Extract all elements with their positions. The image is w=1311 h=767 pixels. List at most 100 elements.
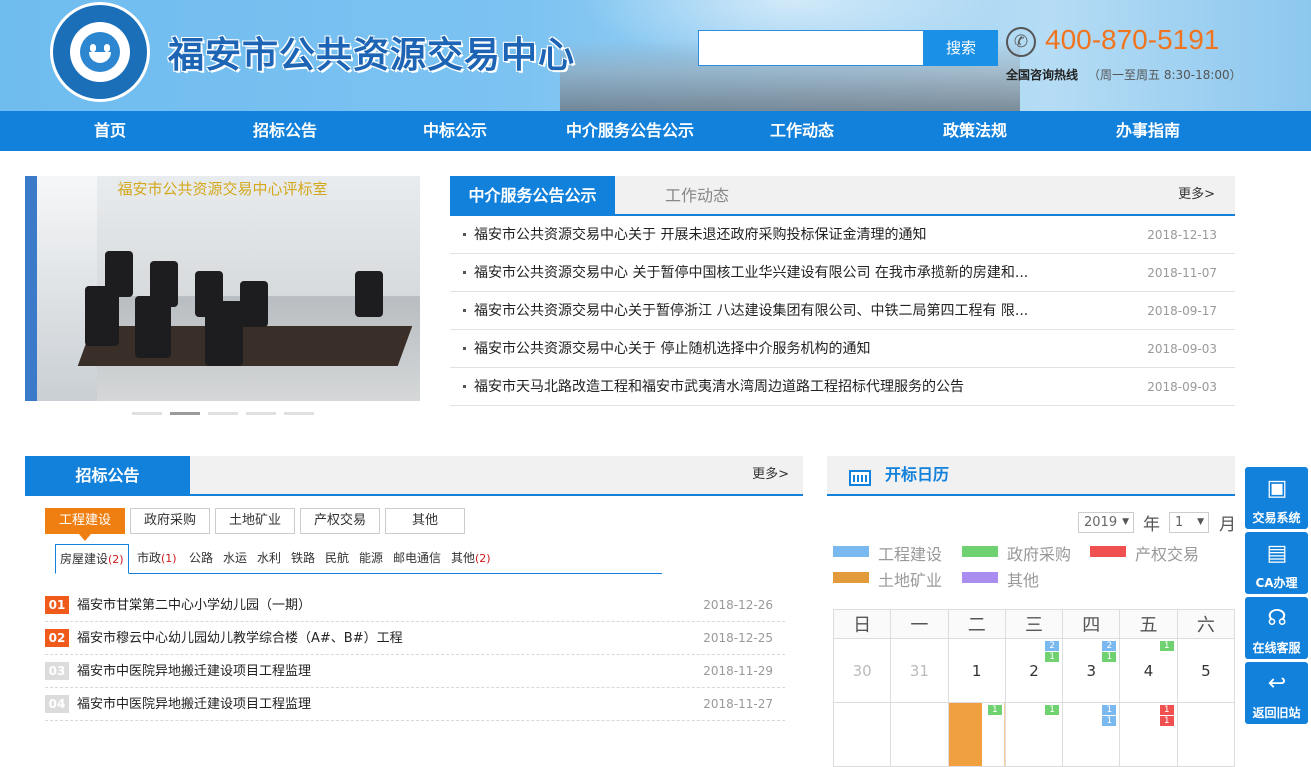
category-other[interactable]: 其他 <box>385 508 465 534</box>
bid-row[interactable]: 04 福安市中医院异地搬迁建设项目工程监理 2018-11-27 <box>45 688 785 721</box>
category-gov-procurement[interactable]: 政府采购 <box>130 508 210 534</box>
event-badge[interactable]: 2 <box>1102 641 1117 651</box>
year-select[interactable]: 2019 ▼ <box>1078 512 1134 533</box>
subtab-energy[interactable]: 能源 <box>359 544 383 574</box>
notice-more-link[interactable]: 更多> <box>1178 176 1215 214</box>
nav-work-news[interactable]: 工作动态 <box>752 111 852 151</box>
side-trading-system[interactable]: ▣ 交易系统 <box>1245 467 1308 529</box>
slider-dot-active[interactable] <box>170 412 200 415</box>
event-badge[interactable]: 1 <box>1159 716 1174 726</box>
category-property-rights[interactable]: 产权交易 <box>300 508 380 534</box>
bid-more-link[interactable]: 更多> <box>752 456 789 494</box>
side-old-site[interactable]: ↩ 返回旧站 <box>1245 662 1308 724</box>
side-ca[interactable]: ▤ CA办理 <box>1245 532 1308 594</box>
bid-row[interactable]: 03 福安市中医院异地搬迁建设项目工程监理 2018-11-29 <box>45 655 785 688</box>
tab-agency-notice[interactable]: 中介服务公告公示 <box>450 176 615 216</box>
search-input[interactable] <box>698 30 924 66</box>
category-land-mining[interactable]: 土地矿业 <box>215 508 295 534</box>
notice-date: 2018-09-03 <box>1147 342 1217 356</box>
event-badge[interactable]: 1 <box>1102 705 1117 715</box>
bid-panel-title[interactable]: 招标公告 <box>25 456 190 496</box>
subtab-railway[interactable]: 铁路 <box>291 544 315 574</box>
nav-win-notice[interactable]: 中标公示 <box>405 111 505 151</box>
site-logo[interactable] <box>50 2 150 102</box>
logo-eye <box>90 44 96 52</box>
calendar-day[interactable]: 31 <box>890 638 949 703</box>
bid-title[interactable]: 福安市穆云中心幼儿园幼儿教学综合楼（A#、B#）工程 <box>77 622 403 655</box>
event-badge[interactable]: 1 <box>1102 652 1117 662</box>
calendar-day[interactable]: 1 1 <box>1119 702 1178 767</box>
slider-dot[interactable] <box>132 412 162 415</box>
notice-row[interactable]: 福安市公共资源交易中心 关于暂停中国核工业华兴建设有限公司 在我市承揽新的房建和… <box>450 254 1235 292</box>
bid-row[interactable]: 01 福安市甘棠第二中心小学幼儿园（一期） 2018-12-26 <box>45 589 785 622</box>
legend-swatch <box>833 572 869 583</box>
event-badge[interactable]: 1 <box>1045 705 1060 715</box>
slider-dot[interactable] <box>284 412 314 415</box>
subtab-count: (2) <box>108 553 124 566</box>
bid-row[interactable]: 02 福安市穆云中心幼儿园幼儿教学综合楼（A#、B#）工程 2018-12-25 <box>45 622 785 655</box>
calendar-day[interactable]: 1 <box>947 638 1006 703</box>
calendar-day[interactable] <box>1176 702 1236 767</box>
bid-title[interactable]: 福安市中医院异地搬迁建设项目工程监理 <box>77 688 311 721</box>
slider-dot[interactable] <box>246 412 276 415</box>
bid-title[interactable]: 福安市甘棠第二中心小学幼儿园（一期） <box>77 589 311 622</box>
chevron-down-icon: ▼ <box>1122 517 1129 527</box>
side-label: 返回旧站 <box>1252 706 1301 720</box>
slider-dot[interactable] <box>208 412 238 415</box>
bid-title[interactable]: 福安市中医院异地搬迁建设项目工程监理 <box>77 655 311 688</box>
event-badge[interactable]: 1 <box>1159 641 1174 651</box>
hotline-hours: （周一至周五 8:30-18:00） <box>1088 68 1242 82</box>
subtab-municipal[interactable]: 市政(1) <box>137 544 177 574</box>
notice-title[interactable]: 福安市公共资源交易中心关于 停止随机选择中介服务机构的通知 <box>474 341 870 357</box>
search-button[interactable]: 搜索 <box>924 30 998 66</box>
event-badge[interactable]: 2 <box>1045 641 1060 651</box>
subtab-building[interactable]: 房屋建设(2) <box>55 544 129 574</box>
notice-row[interactable]: 福安市公共资源交易中心关于暂停浙江 八达建设集团有限公司、中铁二局第四工程有 限… <box>450 292 1235 330</box>
notice-title[interactable]: 福安市公共资源交易中心 关于暂停中国核工业华兴建设有限公司 在我市承揽新的房建和… <box>474 265 1028 281</box>
notice-title[interactable]: 福安市公共资源交易中心关于暂停浙江 八达建设集团有限公司、中铁二局第四工程有 限… <box>474 303 1028 319</box>
calendar-day[interactable]: 5 <box>1176 638 1236 703</box>
subtab-water-transport[interactable]: 水运 <box>223 544 247 574</box>
nav-guide[interactable]: 办事指南 <box>1098 111 1198 151</box>
calendar-day[interactable] <box>832 702 892 767</box>
weekday-tue: 二 <box>947 609 1006 639</box>
event-badge[interactable]: 1 <box>1045 652 1060 662</box>
event-badge[interactable]: 1 <box>1102 716 1117 726</box>
event-badge[interactable]: 1 <box>987 705 1002 715</box>
nav-agency-notice[interactable]: 中介服务公告公示 <box>555 111 705 151</box>
calendar-day[interactable] <box>890 702 949 767</box>
notice-title[interactable]: 福安市天马北路改造工程和福安市武夷清水湾周边道路工程招标代理服务的公告 <box>474 379 964 395</box>
nav-bid-notice[interactable]: 招标公告 <box>235 111 335 151</box>
calendar-day[interactable]: 1 <box>1004 702 1064 767</box>
category-engineering[interactable]: 工程建设 <box>45 508 125 534</box>
site-title[interactable]: 福安市公共资源交易中心 <box>168 26 575 78</box>
nav-home[interactable]: 首页 <box>70 111 150 151</box>
calendar-day[interactable]: 1 <box>947 702 1006 767</box>
subtab-highway[interactable]: 公路 <box>189 544 213 574</box>
calendar-day[interactable]: 30 <box>832 638 892 703</box>
notice-title[interactable]: 福安市公共资源交易中心关于 开展未退还政府采购投标保证金清理的通知 <box>474 227 926 243</box>
tab-work-news[interactable]: 工作动态 <box>665 176 729 216</box>
notice-row[interactable]: 福安市公共资源交易中心关于 开展未退还政府采购投标保证金清理的通知 2018-12… <box>450 216 1235 254</box>
notice-row[interactable]: 福安市天马北路改造工程和福安市武夷清水湾周边道路工程招标代理服务的公告 2018-… <box>450 368 1235 406</box>
subtab-aviation[interactable]: 民航 <box>325 544 349 574</box>
logo-eye <box>104 44 110 52</box>
calendar-day[interactable]: 1 1 <box>1062 702 1121 767</box>
calendar-day[interactable]: 3 2 1 <box>1062 638 1121 703</box>
hotline-label: 全国咨询热线 <box>1006 68 1079 82</box>
month-select[interactable]: 1 ▼ <box>1169 512 1209 533</box>
calendar-day[interactable]: 4 1 <box>1119 638 1178 703</box>
event-badge[interactable]: 1 <box>1159 705 1174 715</box>
side-online-service[interactable]: ☊ 在线客服 <box>1245 597 1308 659</box>
calendar-day[interactable]: 2 2 1 <box>1004 638 1064 703</box>
subtab-label: 市政 <box>137 551 162 565</box>
subtab-water-conservancy[interactable]: 水利 <box>257 544 281 574</box>
image-slider[interactable]: 福安市公共资源交易中心评标室 <box>25 176 420 401</box>
slide-chair <box>355 271 383 317</box>
subtab-label: 公路 <box>189 551 214 565</box>
nav-policy[interactable]: 政策法规 <box>925 111 1025 151</box>
notice-row[interactable]: 福安市公共资源交易中心关于 停止随机选择中介服务机构的通知 2018-09-03 <box>450 330 1235 368</box>
subtab-other[interactable]: 其他(2) <box>451 544 491 574</box>
day-number: 31 <box>909 661 929 680</box>
subtab-telecom[interactable]: 邮电通信 <box>393 544 441 574</box>
